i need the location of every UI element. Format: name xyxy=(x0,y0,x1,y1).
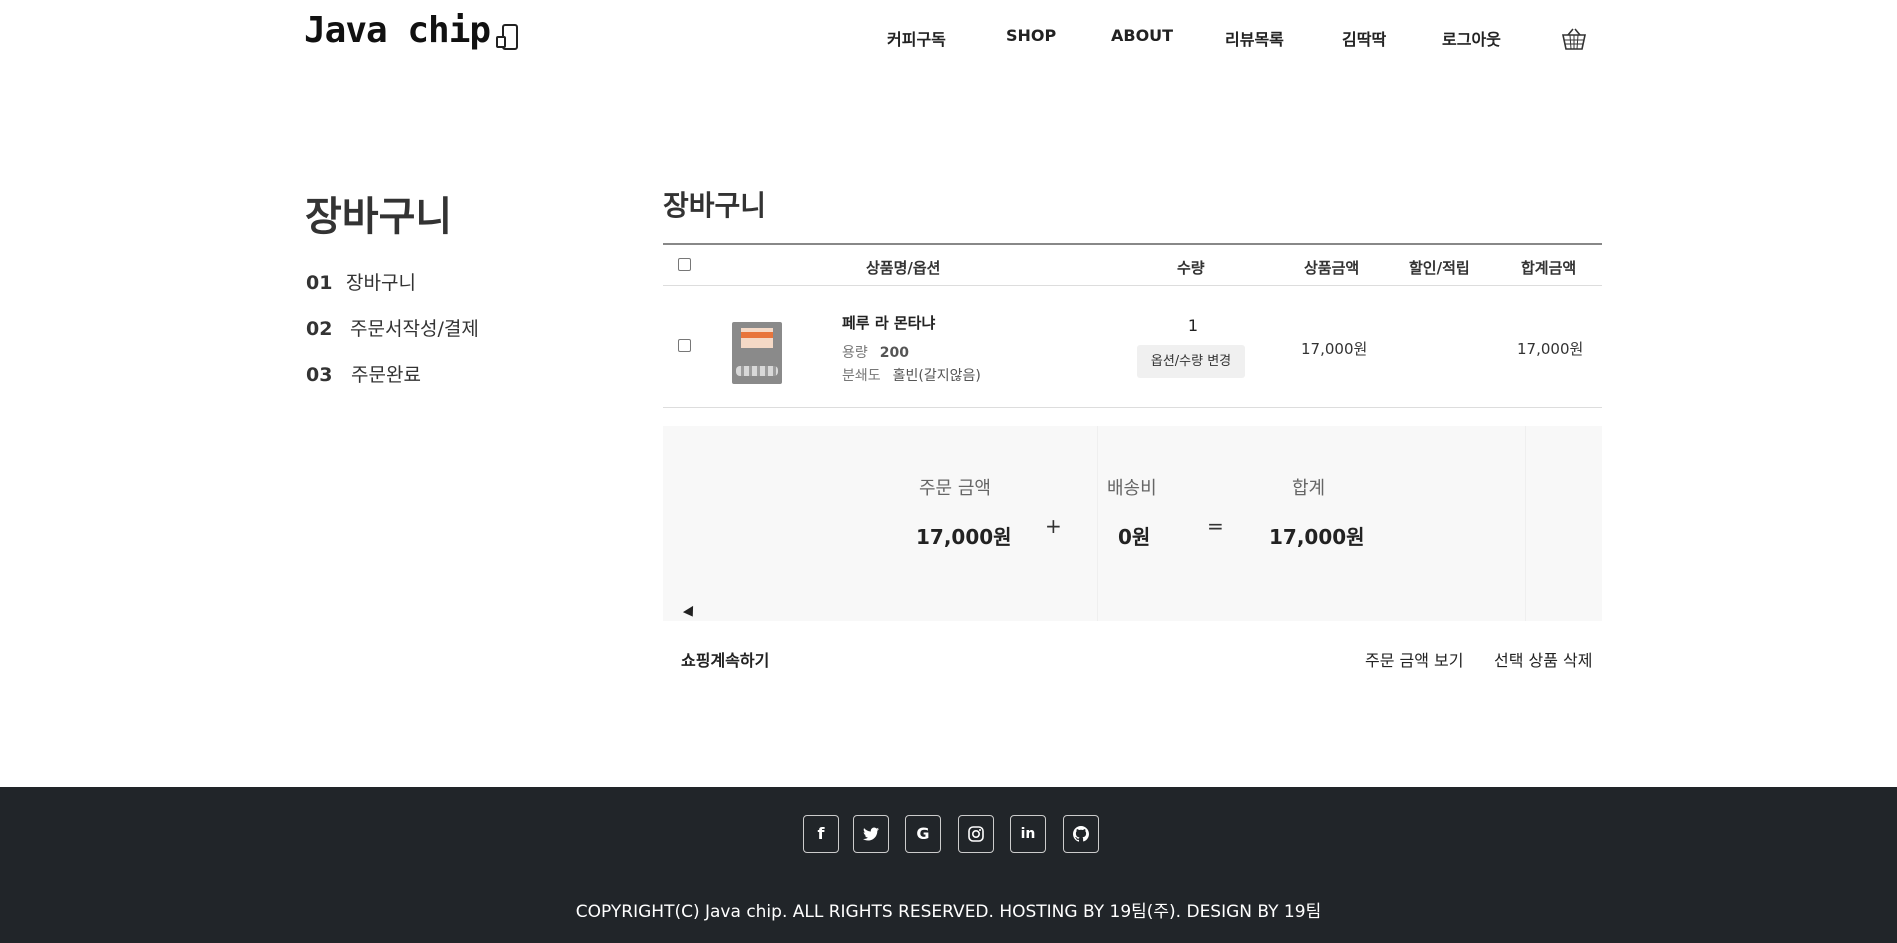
product-option: 분쇄도 홀빈(갈지않음) xyxy=(842,365,981,385)
mobile-icon[interactable] xyxy=(494,22,524,52)
table-row: 페루 라 몬타냐 용량 200 분쇄도 홀빈(갈지않음) 1 옵션/수량 변경 17… xyxy=(663,286,1602,408)
product-name[interactable]: 페루 라 몬타냐 xyxy=(842,312,935,333)
change-option-button[interactable]: 옵션/수량 변경 xyxy=(1137,345,1245,378)
item-price: 17,000원 xyxy=(1301,340,1368,358)
select-all-checkbox[interactable] xyxy=(678,258,691,271)
item-checkbox[interactable] xyxy=(678,339,691,352)
nav-about[interactable]: ABOUT xyxy=(1111,26,1173,45)
col-price: 상품금액 xyxy=(1304,259,1360,277)
plus-sign: + xyxy=(1045,514,1062,538)
site-logo[interactable]: Java chip xyxy=(304,10,491,51)
cart-table-header: 상품명/옵션 수량 상품금액 할인/적립 합계금액 xyxy=(663,243,1602,286)
order-summary: 주문 금액 17,000원 + 배송비 0원 = 합계 17,000원 xyxy=(663,426,1602,621)
shopping-basket-icon[interactable] xyxy=(1560,26,1588,52)
sidebar-title: 장바구니 xyxy=(305,194,453,240)
cart-table: 상품명/옵션 수량 상품금액 할인/적립 합계금액 페루 라 몬타냐 용량 200… xyxy=(663,243,1602,408)
option-value: 홀빈(갈지않음) xyxy=(892,368,981,384)
continue-shopping-button[interactable]: 쇼핑계속하기 xyxy=(681,647,769,671)
summary-divider xyxy=(1525,426,1526,621)
product-option: 용량 200 xyxy=(842,342,909,362)
total-label: 합계 xyxy=(1292,478,1326,499)
step-checkout: 02 주문서작성/결제 xyxy=(306,314,479,341)
step-complete: 03 주문완료 xyxy=(306,360,421,387)
order-amount-value: 17,000원 xyxy=(916,525,1012,549)
step-number: 01 xyxy=(306,272,333,294)
step-label: 장바구니 xyxy=(346,272,416,294)
delete-selected-button[interactable]: 선택 상품 삭제 xyxy=(1494,647,1593,671)
step-label: 주문완료 xyxy=(351,364,421,386)
twitter-icon[interactable] xyxy=(853,815,889,853)
copyright-text: COPYRIGHT(C) Java chip. ALL RIGHTS RESER… xyxy=(575,902,1322,922)
col-quantity: 수량 xyxy=(1177,259,1205,277)
nav-logout[interactable]: 로그아웃 xyxy=(1442,26,1501,50)
instagram-icon[interactable] xyxy=(958,815,994,853)
total-value: 17,000원 xyxy=(1269,525,1365,549)
option-label: 분쇄도 xyxy=(842,368,881,384)
nav-reviews[interactable]: 리뷰목록 xyxy=(1225,26,1284,50)
step-number: 02 xyxy=(306,318,333,340)
facebook-icon[interactable]: f xyxy=(803,815,839,853)
nav-shop[interactable]: SHOP xyxy=(1006,26,1056,45)
item-total: 17,000원 xyxy=(1517,340,1584,358)
step-label: 주문서작성/결제 xyxy=(350,318,479,340)
shipping-label: 배송비 xyxy=(1107,478,1157,499)
item-quantity: 1 xyxy=(1187,316,1199,335)
google-icon[interactable]: G xyxy=(905,815,941,853)
nav-coffee-subscription[interactable]: 커피구독 xyxy=(887,26,946,50)
step-cart: 01 장바구니 xyxy=(306,268,416,295)
github-icon[interactable] xyxy=(1063,815,1099,853)
linkedin-icon[interactable]: in xyxy=(1010,815,1046,853)
step-number: 03 xyxy=(306,364,333,386)
col-total: 합계금액 xyxy=(1521,259,1577,277)
site-footer: f G in COPYRIGHT(C) Java chip. ALL RIGHT… xyxy=(0,787,1897,943)
view-order-amount-button[interactable]: 주문 금액 보기 xyxy=(1365,647,1464,671)
nav-user[interactable]: 김딱딱 xyxy=(1342,26,1386,50)
summary-divider xyxy=(1097,426,1098,621)
col-discount: 할인/적립 xyxy=(1409,259,1470,277)
equals-sign: = xyxy=(1207,514,1224,538)
option-label: 용량 xyxy=(842,345,868,361)
order-amount-label: 주문 금액 xyxy=(919,478,991,499)
page-title: 장바구니 xyxy=(663,189,767,222)
option-value: 200 xyxy=(879,345,909,361)
product-thumbnail[interactable] xyxy=(732,322,782,384)
col-product: 상품명/옵션 xyxy=(866,259,941,277)
shipping-value: 0원 xyxy=(1118,525,1151,549)
site-header: Java chip 커피구독 SHOP ABOUT 리뷰목록 김딱딱 로그아웃 xyxy=(0,0,1897,78)
